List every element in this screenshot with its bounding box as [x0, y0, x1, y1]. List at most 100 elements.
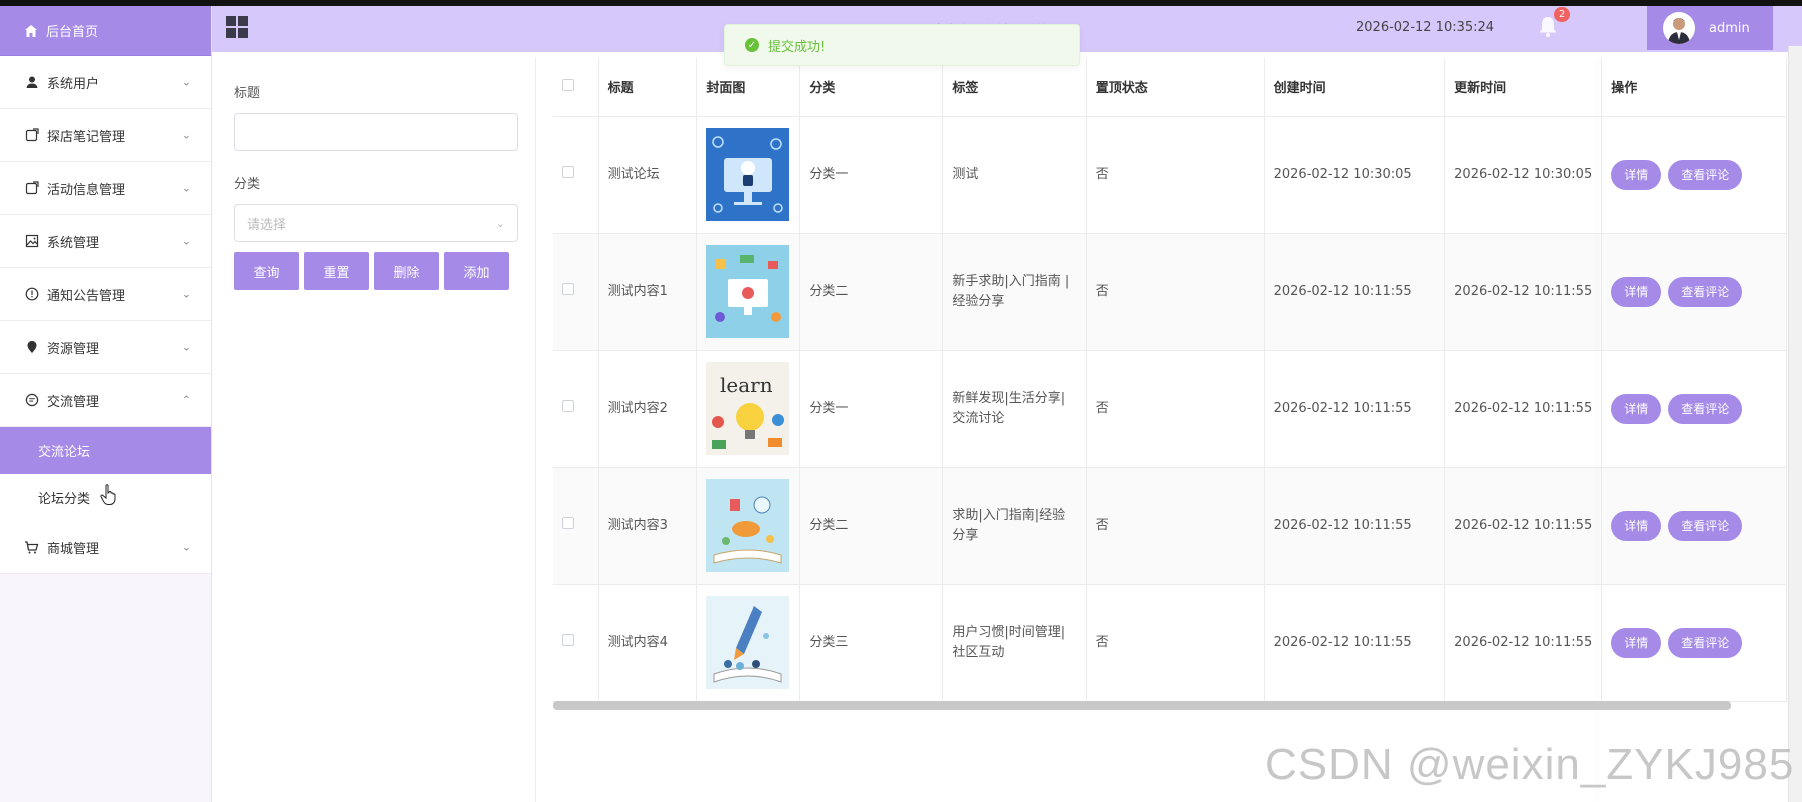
- query-button[interactable]: 查询: [234, 252, 299, 290]
- column-header[interactable]: 创建时间: [1264, 58, 1446, 117]
- cell-cover: [696, 584, 801, 702]
- cell-category: 分类一: [799, 350, 944, 468]
- table-row[interactable]: 测试内容4 分类三 用户习惯|时间管理|社区互动否 2026-02-12 10:11:…: [553, 584, 1787, 702]
- row-checkbox[interactable]: [562, 633, 574, 646]
- search-panel: 标题 分类 请选择 ⌄ 查询 重置 删除 添加: [212, 58, 536, 802]
- cell-actions: 详情 查看评论: [1601, 116, 1787, 234]
- sidebar-item-5[interactable]: 资源管理 ⌄: [0, 321, 211, 374]
- cover-image[interactable]: learn: [706, 362, 790, 455]
- row-checkbox[interactable]: [562, 516, 574, 529]
- detail-button[interactable]: 详情: [1611, 276, 1662, 307]
- table-row[interactable]: 测试论坛 分类一 测试否 2026-02-12 10:30:05 2026-02-12 …: [553, 116, 1787, 234]
- chevron-down-icon: ⌄: [181, 287, 191, 301]
- sidebar-item-label: 活动信息管理: [47, 182, 126, 198]
- category-select[interactable]: 请选择 ⌄: [234, 204, 518, 242]
- cover-image[interactable]: [706, 596, 790, 689]
- reset-button[interactable]: 重置: [304, 252, 369, 290]
- cell-pinned: 否: [1086, 350, 1265, 468]
- column-header[interactable]: 分类: [799, 58, 944, 117]
- sidebar-item-4[interactable]: 通知公告管理 ⌄: [0, 268, 211, 321]
- title-input[interactable]: [234, 113, 518, 151]
- sidebar-item-label: 交流管理: [47, 394, 100, 410]
- column-header[interactable]: 标题: [598, 58, 698, 117]
- sidebar-item-label: 探店笔记管理: [47, 129, 126, 145]
- fixed-column-shadow: [1600, 58, 1601, 802]
- cell-category: 分类二: [799, 233, 944, 351]
- cell-updated: 2026-02-12 10:11:55: [1444, 584, 1603, 702]
- cell-updated: 2026-02-12 10:30:05: [1444, 116, 1603, 234]
- chevron-down-icon: ⌄: [181, 234, 191, 248]
- menu-grid-icon[interactable]: [226, 16, 248, 38]
- check-circle-icon: ✓: [745, 38, 759, 52]
- chat-icon: [24, 393, 39, 408]
- table-horizontal-scrollbar[interactable]: [553, 701, 1731, 710]
- cell-tags: 求助|入门指南|经验分享: [942, 467, 1087, 585]
- success-toast: ✓ 提交成功!: [724, 24, 1080, 66]
- sidebar-subitem-label: 交流论坛: [38, 445, 91, 460]
- detail-button[interactable]: 详情: [1611, 393, 1662, 424]
- column-header[interactable]: 置顶状态: [1086, 58, 1265, 117]
- title-label: 标题: [234, 86, 261, 101]
- sidebar-item-6[interactable]: 交流管理 ⌃: [0, 374, 211, 427]
- cell-updated-text: 2026-02-12 10:11:55: [1454, 400, 1593, 416]
- view-comments-button[interactable]: 查看评论: [1668, 393, 1743, 424]
- cover-image[interactable]: [706, 479, 790, 572]
- category-label: 分类: [234, 177, 261, 192]
- table-row[interactable]: 测试内容2 learn 分类一 新鲜发现|生活分享|交流讨论否 2026-02-12 1…: [553, 350, 1787, 468]
- sidebar-item-3[interactable]: 系统管理 ⌄: [0, 215, 211, 268]
- notification-badge: 2: [1554, 7, 1570, 22]
- column-header[interactable]: 操作: [1601, 58, 1787, 117]
- cell-pinned: 否: [1086, 116, 1265, 234]
- row-checkbox[interactable]: [562, 282, 574, 295]
- cell-cover: [696, 233, 801, 351]
- column-header[interactable]: 标签: [942, 58, 1087, 117]
- watermark: CSDN @weixin_ZYKJ985: [1265, 740, 1795, 789]
- sidebar-item-home[interactable]: 后台首页: [0, 6, 211, 56]
- cell-actions: 详情 查看评论: [1601, 584, 1787, 702]
- sidebar-subitem-label: 论坛分类: [38, 492, 91, 507]
- chevron-down-icon: ⌄: [181, 128, 191, 142]
- column-header[interactable]: 封面图: [696, 58, 801, 117]
- view-comments-button[interactable]: 查看评论: [1668, 627, 1743, 658]
- view-comments-button[interactable]: 查看评论: [1668, 276, 1743, 307]
- row-checkbox[interactable]: [562, 399, 574, 412]
- chevron-down-icon: ⌄: [181, 540, 191, 554]
- cell-title: 测试内容1: [598, 233, 698, 351]
- detail-button[interactable]: 详情: [1611, 159, 1662, 190]
- select-all-checkbox[interactable]: [562, 78, 574, 91]
- chevron-up-icon: ⌃: [181, 393, 191, 407]
- sidebar: 后台首页 系统用户 ⌄ 探店笔记管理 ⌄ 活动信息管理 ⌄ 系统管理 ⌄ 通知公告管理 ⌄ 资源管理…: [0, 6, 212, 802]
- view-comments-button[interactable]: 查看评论: [1668, 510, 1743, 541]
- cell-category: 分类三: [799, 584, 944, 702]
- hand-pointer-icon: [100, 484, 118, 506]
- username: admin: [1709, 20, 1750, 36]
- column-header[interactable]: 更新时间: [1444, 58, 1603, 117]
- detail-button[interactable]: 详情: [1611, 627, 1662, 658]
- avatar: [1663, 12, 1695, 44]
- cell-pinned: 否: [1086, 584, 1265, 702]
- delete-button[interactable]: 删除: [374, 252, 439, 290]
- sidebar-item-2[interactable]: 活动信息管理 ⌄: [0, 162, 211, 215]
- row-select-cell: [553, 116, 599, 234]
- chevron-down-icon: ⌄: [495, 216, 505, 230]
- detail-button[interactable]: 详情: [1611, 510, 1662, 541]
- cell-tags: 测试: [942, 116, 1087, 234]
- image-icon: [24, 234, 39, 249]
- sidebar-item-0[interactable]: 系统用户 ⌄: [0, 56, 211, 109]
- cell-updated: 2026-02-12 10:11:55: [1444, 467, 1603, 585]
- sidebar-item-1[interactable]: 探店笔记管理 ⌄: [0, 109, 211, 162]
- sidebar-subitem-forum[interactable]: 交流论坛: [0, 427, 211, 474]
- cell-actions: 详情 查看评论: [1601, 350, 1787, 468]
- cover-image[interactable]: [706, 128, 790, 221]
- sidebar-item-mall[interactable]: 商城管理 ⌄: [0, 521, 211, 574]
- row-checkbox[interactable]: [562, 165, 574, 178]
- view-comments-button[interactable]: 查看评论: [1668, 159, 1743, 190]
- user-menu[interactable]: admin: [1647, 6, 1773, 50]
- table-row[interactable]: 测试内容3 分类二 求助|入门指南|经验分享否 2026-02-12 10:11:55…: [553, 467, 1787, 585]
- add-button[interactable]: 添加: [444, 252, 509, 290]
- page-scrollbar[interactable]: [1788, 46, 1802, 802]
- cell-actions: 详情 查看评论: [1601, 233, 1787, 351]
- sidebar-item-label: 通知公告管理: [47, 288, 126, 304]
- cover-image[interactable]: [706, 245, 790, 338]
- table-row[interactable]: 测试内容1 分类二 新手求助|入门指南 |经验分享否 2026-02-12 10:11…: [553, 233, 1787, 351]
